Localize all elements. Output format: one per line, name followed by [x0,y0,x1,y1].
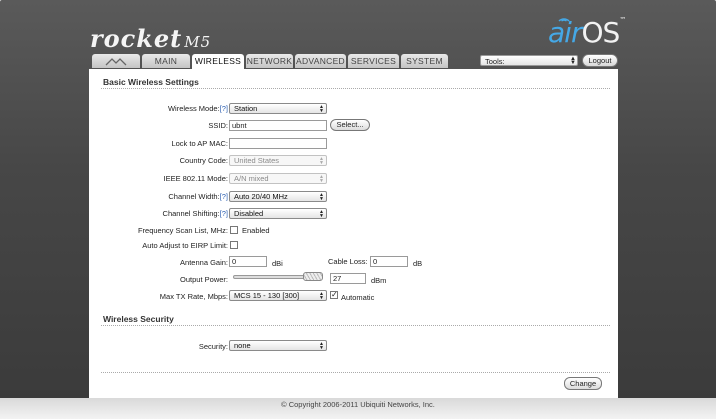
country-code-value: United States [234,156,280,165]
cable-loss-unit: dB [413,259,423,268]
select-arrows-icon: ▲ ▼ [319,209,324,219]
select-arrows-icon: ▲ ▼ [319,104,324,114]
logout-button[interactable]: Logout [582,54,618,67]
tab-network[interactable]: NETWORK [246,54,293,68]
tab-wireless[interactable]: WIRELESS [192,54,244,69]
tools-select[interactable]: Tools: ▲ ▼ [480,55,578,66]
product-name: rocket [90,24,183,53]
main-tabs: MAIN WIRELESS NETWORK ADVANCED SERVICES … [92,54,450,69]
max-tx-label: Max TX Rate, Mbps: [159,292,228,301]
security-value: none [234,341,251,350]
antenna-gain-input[interactable]: 0 [229,256,267,267]
max-tx-select[interactable]: MCS 15 - 130 [300] ▲ ▼ [229,290,327,301]
ieee-mode-select: A/N mixed ▲ ▼ [229,173,327,184]
eirp-label: Auto Adjust to EIRP Limit: [142,241,228,250]
checkmark-icon: ✓ [331,290,338,299]
settings-panel: Basic Wireless Settings Wireless Mode:[?… [89,69,618,398]
divider [101,325,610,326]
footer-copyright: © Copyright 2006-2011 Ubiquiti Networks,… [281,400,435,409]
country-code-select: United States ▲ ▼ [229,155,327,166]
model-name: M5 [184,33,212,51]
ieee-mode-label: IEEE 802.11 Mode: [163,174,229,183]
os-suffix: OS [581,16,620,49]
tab-main[interactable]: MAIN [142,54,190,68]
rocket-logo: rocket M5 [90,24,211,53]
divider [101,372,610,373]
channel-width-label: Channel Width:[?] [168,192,228,201]
output-power-input[interactable]: 27 [330,273,366,284]
change-button[interactable]: Change [564,377,602,390]
ssid-input[interactable]: ubnt [229,120,327,131]
tab-ubiquiti-logo[interactable] [92,54,140,68]
select-arrows-icon: ▲ ▼ [319,341,324,351]
wireless-mode-select[interactable]: Station ▲ ▼ [229,103,327,114]
max-tx-value: MCS 15 - 130 [300] [234,291,300,300]
trademark: ™ [619,16,626,24]
channel-shifting-label: Channel Shifting:[?] [163,209,228,218]
output-power-unit: dBm [371,276,387,285]
max-tx-automatic-checkbox[interactable]: ✓ [330,291,338,299]
select-arrows-icon: ▲ ▼ [319,174,324,184]
channel-shifting-value: Disabled [234,209,264,218]
select-arrows-icon: ▲ ▼ [319,192,324,202]
ieee-mode-value: A/N mixed [234,174,269,183]
freq-scan-checkbox[interactable] [230,226,238,234]
channel-width-select[interactable]: Auto 20/40 MHz ▲ ▼ [229,191,327,202]
ssid-label: SSID: [208,121,228,130]
output-power-label: Output Power: [180,275,228,284]
lock-mac-label: Lock to AP MAC: [171,139,228,148]
lock-mac-input[interactable] [229,138,327,149]
airos-logo: airOS™ [548,16,626,49]
ubiquiti-logo-icon [105,58,127,66]
antenna-gain-label: Antenna Gain: [180,258,228,267]
wireless-mode-value: Station [234,104,258,113]
antenna-gain-unit: dBi [272,259,283,268]
security-select[interactable]: none ▲ ▼ [229,340,327,351]
cable-loss-label: Cable Loss: [328,257,368,266]
freq-scan-enabled-label: Enabled [242,226,270,235]
tab-services[interactable]: SERVICES [348,54,399,68]
ssid-select-button[interactable]: Select... [330,119,370,131]
select-arrows-icon: ▲ ▼ [570,56,576,66]
channel-shifting-text: Channel Shifting: [162,209,220,218]
basic-settings-title: Basic Wireless Settings [103,77,199,87]
wireless-mode-label: Wireless Mode:[?] [168,104,228,113]
os-prefix: air [548,16,582,49]
tab-advanced[interactable]: ADVANCED [295,54,346,68]
output-power-slider-handle[interactable] [303,272,323,281]
channel-width-value: Auto 20/40 MHz [234,192,288,201]
tab-system[interactable]: SYSTEM [401,54,448,68]
select-arrows-icon: ▲ ▼ [319,291,324,301]
security-label: Security: [198,342,228,351]
select-arrows-icon: ▲ ▼ [319,156,324,166]
channel-shifting-select[interactable]: Disabled ▲ ▼ [229,208,327,219]
wireless-security-title: Wireless Security [103,314,174,324]
tools-label: Tools: [485,57,505,66]
help-link[interactable]: [?] [220,104,228,113]
eirp-checkbox[interactable] [230,241,238,249]
country-code-label: Country Code: [179,156,228,165]
divider [101,88,610,89]
help-link[interactable]: [?] [220,192,228,201]
channel-width-text: Channel Width: [168,192,220,201]
help-link[interactable]: [?] [220,209,228,218]
wireless-mode-text: Wireless Mode: [167,104,220,113]
max-tx-automatic-label: Automatic [341,293,375,302]
freq-scan-label: Frequency Scan List, MHz: [137,226,228,235]
cable-loss-input[interactable]: 0 [370,256,408,267]
